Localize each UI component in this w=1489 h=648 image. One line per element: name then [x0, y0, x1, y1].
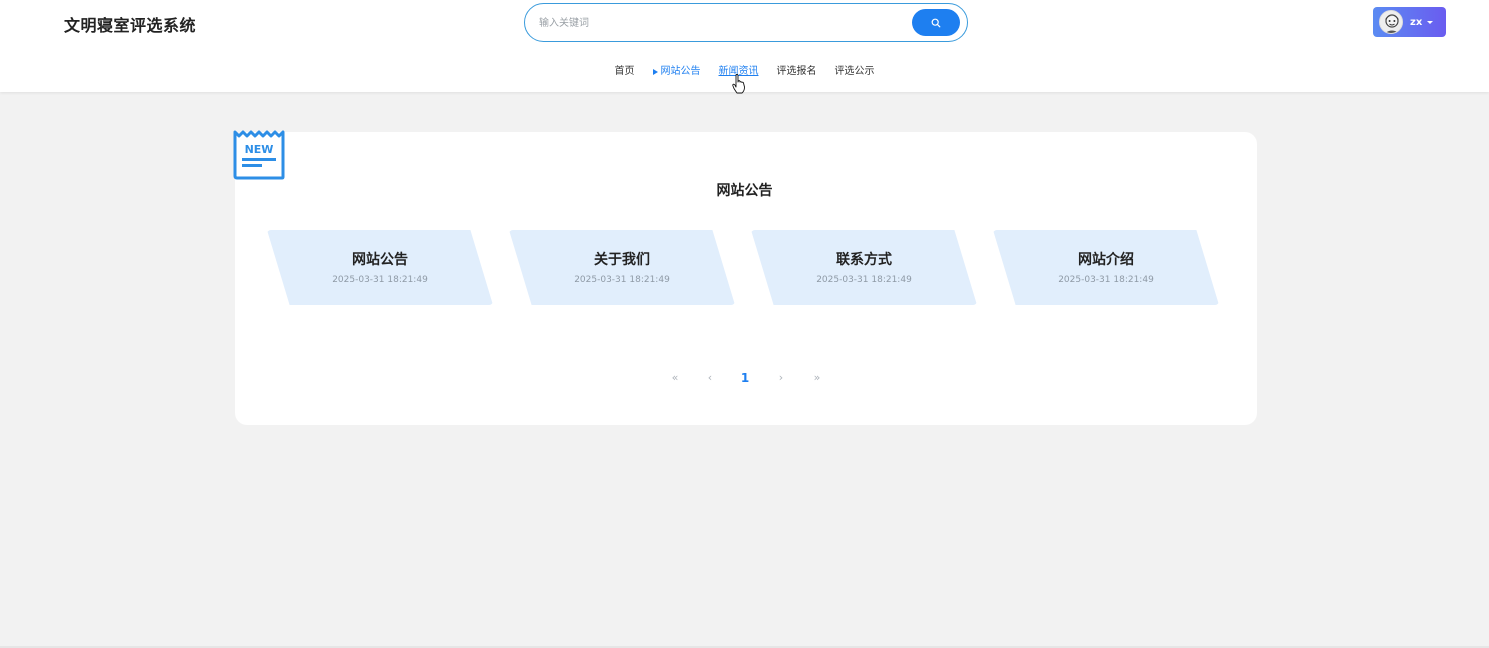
search-input[interactable]	[539, 13, 899, 33]
new-badge-icon: NEW	[233, 130, 285, 180]
current-page[interactable]: 1	[738, 371, 752, 385]
notice-date: 2025-03-31 18:21:49	[1058, 275, 1154, 285]
user-name: zx	[1410, 16, 1423, 28]
search-box	[524, 3, 968, 42]
badge-text: NEW	[245, 143, 274, 156]
nav-item-label: 评选公示	[834, 66, 875, 77]
active-arrow-icon	[652, 69, 658, 75]
notice-item[interactable]: 联系方式 2025-03-31 18:21:49	[751, 230, 977, 305]
pagination: « ‹ 1 › »	[0, 371, 1489, 385]
last-page-button[interactable]: »	[810, 371, 824, 385]
caret-down-icon	[1427, 20, 1434, 24]
nav-item-registration[interactable]: 评选报名	[777, 64, 817, 80]
notice-title: 网站公告	[352, 252, 408, 268]
notice-title: 网站介绍	[1078, 252, 1134, 268]
prev-page-button[interactable]: ‹	[703, 371, 717, 385]
notice-title: 联系方式	[836, 252, 892, 268]
notice-date: 2025-03-31 18:21:49	[816, 275, 912, 285]
notice-date: 2025-03-31 18:21:49	[332, 275, 428, 285]
nav-item-label: 网站公告	[660, 66, 701, 77]
first-page-button[interactable]: «	[668, 371, 682, 385]
search-icon	[931, 18, 941, 27]
notice-item[interactable]: 关于我们 2025-03-31 18:21:49	[509, 230, 735, 305]
avatar	[1379, 10, 1403, 34]
next-page-button[interactable]: ›	[774, 371, 788, 385]
nav-item-home[interactable]: 首页	[615, 64, 635, 80]
site-title[interactable]: 文明寝室评选系统	[64, 12, 196, 36]
notice-title: 关于我们	[594, 252, 650, 268]
hand-pointer-icon	[732, 74, 745, 94]
notice-date: 2025-03-31 18:21:49	[574, 275, 670, 285]
top-header: 文明寝室评选系统 zx 首页	[0, 0, 1489, 94]
user-menu-button[interactable]: zx	[1373, 7, 1446, 37]
nav-item-results[interactable]: 评选公示	[835, 64, 875, 80]
search-button[interactable]	[912, 9, 960, 36]
notice-item[interactable]: 网站介绍 2025-03-31 18:21:49	[993, 230, 1219, 305]
nav-item-label: 评选报名	[776, 66, 817, 77]
notice-item[interactable]: 网站公告 2025-03-31 18:21:49	[267, 230, 493, 305]
nav-item-label: 首页	[614, 66, 635, 77]
nav-item-announcements[interactable]: 网站公告	[652, 64, 701, 80]
section-title: 网站公告	[716, 183, 773, 199]
